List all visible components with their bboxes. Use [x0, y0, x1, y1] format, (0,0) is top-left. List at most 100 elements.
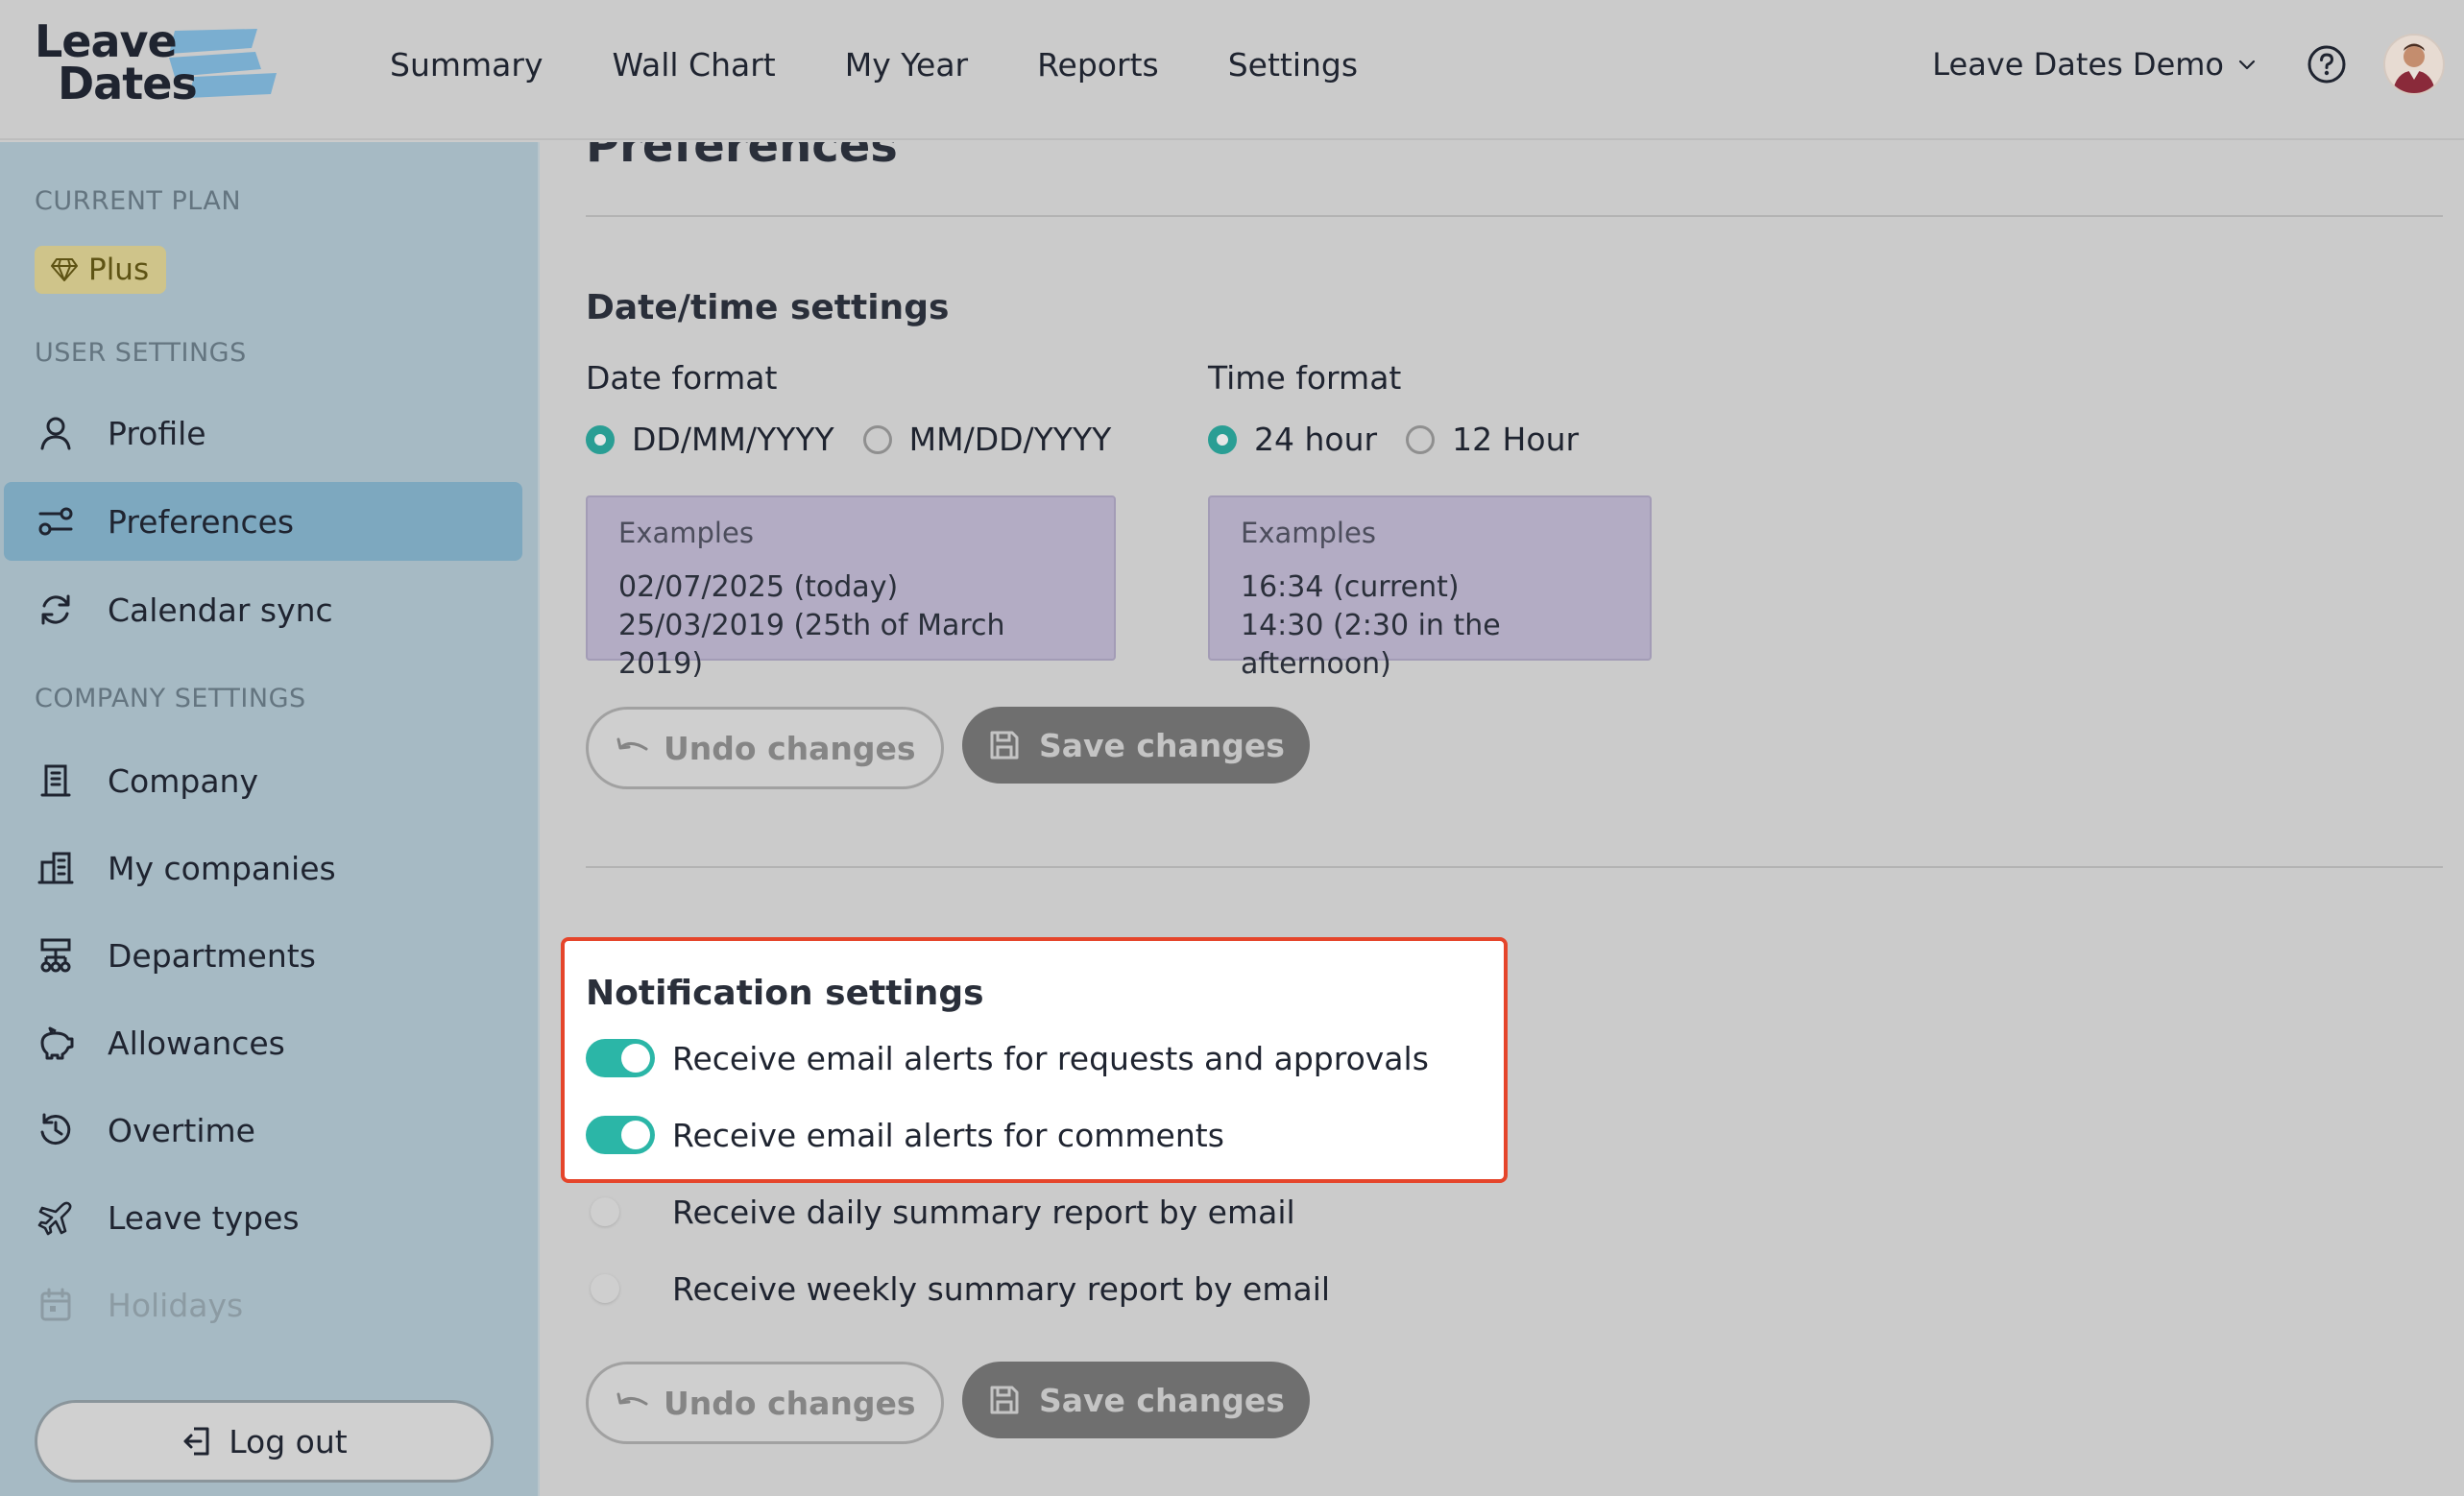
save-label: Save changes — [1039, 1381, 1285, 1419]
user-avatar[interactable] — [2383, 34, 2445, 95]
section-divider — [586, 866, 2443, 868]
time-example: 14:30 (2:30 in the afternoon) — [1241, 609, 1501, 681]
undo-icon — [616, 1392, 648, 1406]
nav-my-year[interactable]: My Year — [845, 46, 968, 84]
time-format-options: 24 hour 12 Hour — [1208, 421, 1607, 458]
logout-button[interactable]: Log out — [35, 1400, 494, 1483]
toggle-email-comments[interactable] — [586, 1116, 655, 1154]
clock-history-icon — [35, 1109, 77, 1151]
buildings-icon — [35, 847, 77, 889]
sidebar-item-label: Overtime — [108, 1111, 255, 1149]
date-format-label: Date format — [586, 359, 778, 397]
logout-label: Log out — [229, 1422, 348, 1460]
toggle-label: Receive weekly summary report by email — [672, 1269, 1331, 1308]
toggle-label: Receive email alerts for requests and ap… — [672, 1039, 1429, 1077]
sidebar-item-preferences[interactable]: Preferences — [4, 482, 522, 561]
save-label: Save changes — [1039, 726, 1285, 764]
undo-label: Undo changes — [664, 729, 916, 767]
current-plan-heading: CURRENT PLAN — [35, 186, 242, 216]
nav-summary[interactable]: Summary — [390, 46, 543, 84]
date-examples-box: Examples 02/07/2025 (today) 25/03/2019 (… — [586, 495, 1116, 681]
user-icon — [35, 412, 77, 454]
radio-selected[interactable] — [1208, 424, 1237, 454]
main-nav: Summary Wall Chart My Year Reports Setti… — [390, 0, 1427, 129]
time-examples-box: Examples 16:34 (current) 14:30 (2:30 in … — [1208, 495, 1652, 681]
sidebar-item-label: Company — [108, 761, 258, 800]
time-option-12-hour[interactable]: 12 Hour — [1406, 421, 1579, 458]
toggle-label: Receive email alerts for comments — [672, 1116, 1224, 1154]
sidebar-item-label: Holidays — [108, 1286, 244, 1324]
undo-changes-button[interactable]: Undo changes — [586, 707, 944, 789]
undo-icon — [616, 737, 648, 751]
radio-unselected[interactable] — [1406, 424, 1436, 454]
save-changes-button[interactable]: Save changes — [962, 707, 1310, 784]
plan-badge[interactable]: Plus — [35, 246, 167, 294]
sidebar-item-label: Profile — [108, 414, 206, 452]
chevron-down-icon — [2238, 60, 2256, 70]
company-switcher[interactable]: Leave Dates Demo — [1932, 46, 2259, 83]
save-changes-button-notifications[interactable]: Save changes — [962, 1362, 1310, 1438]
undo-label: Undo changes — [664, 1384, 916, 1422]
plan-badge-label: Plus — [88, 253, 150, 287]
sidebar-item-label: Preferences — [108, 502, 295, 541]
sidebar-item-departments[interactable]: Departments — [4, 916, 522, 995]
toggle-label: Receive daily summary report by email — [672, 1193, 1295, 1231]
hierarchy-icon — [35, 934, 77, 977]
examples-label: Examples — [1241, 517, 1376, 549]
nav-settings[interactable]: Settings — [1228, 46, 1358, 84]
toggle-email-requests[interactable] — [586, 1039, 655, 1077]
date-option-mm-dd-yyyy[interactable]: MM/DD/YYYY — [862, 421, 1111, 458]
date-format-options: DD/MM/YYYY MM/DD/YYYY — [586, 421, 1140, 458]
building-icon — [35, 760, 77, 802]
toggle-weekly-summary[interactable] — [586, 1269, 655, 1308]
time-option-24-hour[interactable]: 24 hour — [1208, 421, 1377, 458]
sidebar-item-company[interactable]: Company — [4, 741, 522, 820]
save-icon — [990, 1386, 1019, 1414]
toggle-daily-summary[interactable] — [586, 1193, 655, 1231]
piggy-bank-icon — [35, 1022, 77, 1064]
save-icon — [990, 731, 1019, 760]
radio-unselected[interactable] — [862, 424, 892, 454]
top-bar: Leave Dates Summary Wall Chart My Year R… — [0, 0, 2464, 140]
calendar-icon — [35, 1284, 77, 1326]
nav-wall-chart[interactable]: Wall Chart — [612, 46, 775, 84]
radio-label: 24 hour — [1254, 421, 1378, 458]
sidebar-item-label: Departments — [108, 936, 316, 975]
examples-label: Examples — [618, 517, 754, 549]
sidebar-item-allowances[interactable]: Allowances — [4, 1003, 522, 1082]
company-name: Leave Dates Demo — [1932, 46, 2224, 83]
leave-dates-logo[interactable]: Leave Dates — [35, 17, 284, 121]
nav-reports[interactable]: Reports — [1037, 46, 1159, 84]
datetime-section-title: Date/time settings — [586, 288, 950, 327]
sidebar-item-overtime[interactable]: Overtime — [4, 1091, 522, 1170]
sidebar-item-label: Leave types — [108, 1198, 300, 1237]
time-example: 16:34 (current) — [1241, 570, 1460, 604]
company-settings-heading: COMPANY SETTINGS — [35, 684, 306, 713]
toggle-row-comments: Receive email alerts for comments — [586, 1116, 1224, 1154]
header-right: Leave Dates Demo — [1932, 0, 2445, 129]
sync-icon — [35, 589, 77, 631]
sidebar-item-holidays[interactable]: Holidays — [4, 1266, 522, 1344]
settings-sidebar: CURRENT PLAN Plus USER SETTINGS Profile … — [0, 142, 540, 1496]
radio-label: DD/MM/YYYY — [632, 421, 834, 458]
avatar-person-icon — [2393, 43, 2435, 93]
toggle-row-weekly: Receive weekly summary report by email — [586, 1269, 1330, 1308]
title-divider — [586, 215, 2443, 217]
sidebar-item-label: My companies — [108, 849, 336, 887]
sidebar-item-calendar-sync[interactable]: Calendar sync — [4, 570, 522, 649]
sidebar-item-my-companies[interactable]: My companies — [4, 829, 522, 907]
sidebar-item-profile[interactable]: Profile — [4, 394, 522, 472]
user-settings-heading: USER SETTINGS — [35, 338, 247, 368]
toggle-row-daily: Receive daily summary report by email — [586, 1193, 1295, 1231]
question-circle-icon[interactable] — [2307, 44, 2347, 84]
toggle-row-requests: Receive email alerts for requests and ap… — [586, 1039, 1429, 1077]
main-content: Preferences Date/time settings Date form… — [542, 142, 2464, 1496]
date-option-dd-mm-yyyy[interactable]: DD/MM/YYYY — [586, 421, 834, 458]
sidebar-item-leave-types[interactable]: Leave types — [4, 1178, 522, 1257]
date-example: 02/07/2025 (today) — [618, 570, 899, 604]
logo-line-2: Dates — [58, 58, 198, 109]
radio-selected[interactable] — [586, 424, 615, 454]
date-example: 25/03/2019 (25th of March 2019) — [618, 609, 1005, 681]
undo-changes-button-notifications[interactable]: Undo changes — [586, 1362, 944, 1444]
time-format-label: Time format — [1208, 359, 1402, 397]
